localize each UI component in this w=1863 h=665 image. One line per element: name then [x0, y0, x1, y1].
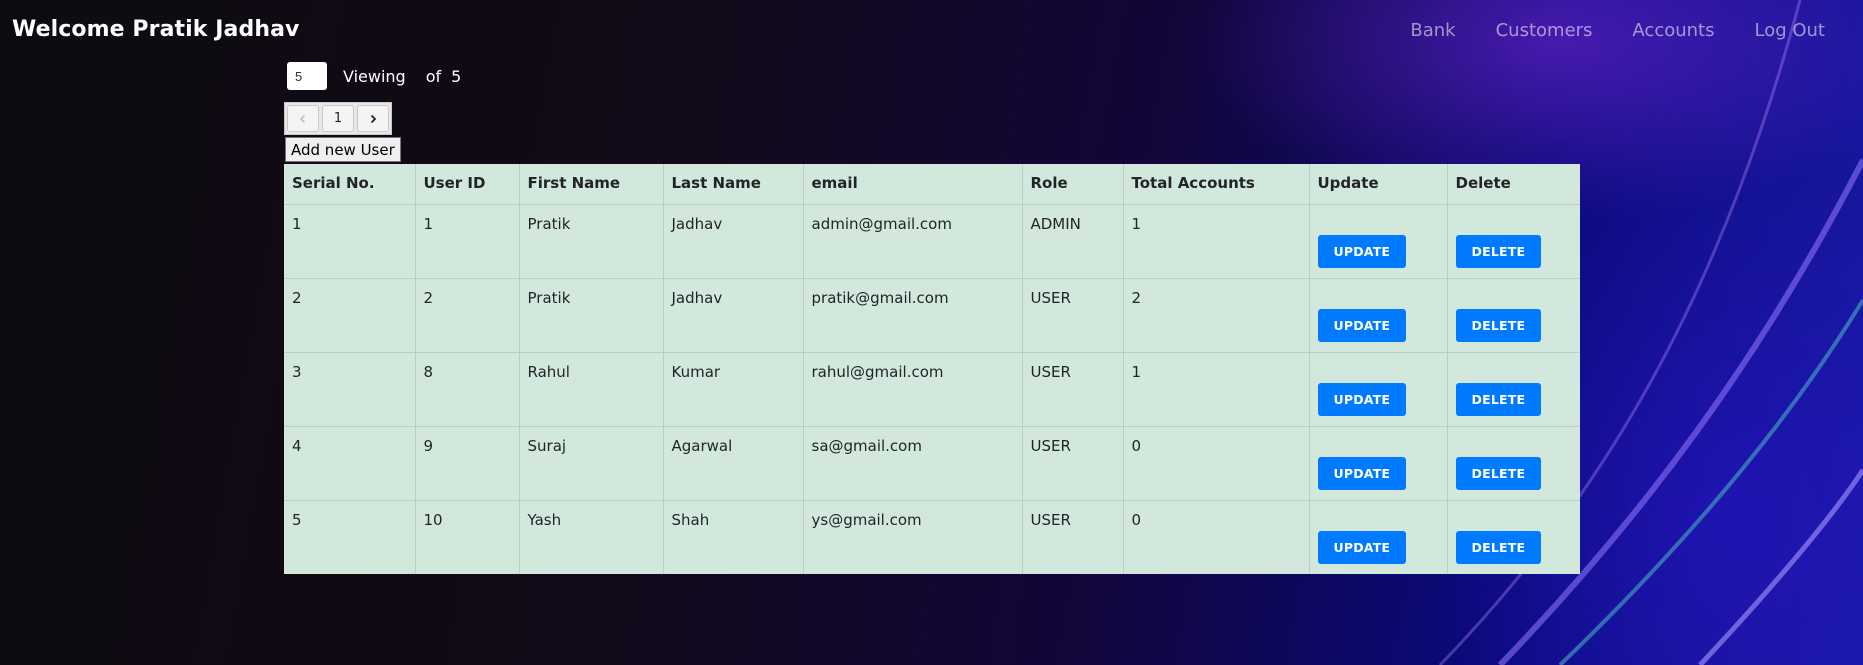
- update-button[interactable]: UPDATE: [1317, 309, 1407, 342]
- header-serial-no: Serial No.: [284, 164, 416, 205]
- cell-user-id: 8: [414, 352, 520, 427]
- chevron-left-icon: [299, 114, 306, 123]
- cell-total-accounts: 0: [1122, 500, 1310, 574]
- cell-email: admin@gmail.com: [802, 204, 1023, 279]
- table-row: 2 2 Pratik Jadhav pratik@gmail.com USER …: [284, 278, 1580, 353]
- page-size-controls: Viewing of 5: [287, 62, 461, 90]
- table-row: 4 9 Suraj Agarwal sa@gmail.com USER 0 UP…: [284, 426, 1580, 501]
- cell-first-name: Rahul: [518, 352, 664, 427]
- cell-first-name: Pratik: [518, 278, 664, 353]
- table-row: 1 1 Pratik Jadhav admin@gmail.com ADMIN …: [284, 204, 1580, 279]
- nav-link-customers[interactable]: Customers: [1496, 20, 1593, 41]
- cell-serial: 3: [284, 352, 416, 427]
- cell-delete: DELETE: [1446, 426, 1580, 501]
- nav-link-logout[interactable]: Log Out: [1754, 20, 1825, 41]
- cell-email: rahul@gmail.com: [802, 352, 1023, 427]
- cell-delete: DELETE: [1446, 204, 1580, 279]
- page-number-button[interactable]: 1: [322, 105, 354, 132]
- cell-total-accounts: 1: [1122, 352, 1310, 427]
- header-total-accounts: Total Accounts: [1122, 164, 1310, 205]
- cell-update: UPDATE: [1308, 500, 1448, 574]
- cell-first-name: Suraj: [518, 426, 664, 501]
- table-row: 3 8 Rahul Kumar rahul@gmail.com USER 1 U…: [284, 352, 1580, 427]
- header-user-id: User ID: [414, 164, 520, 205]
- page-size-input[interactable]: [287, 62, 327, 90]
- total-count: 5: [451, 66, 462, 86]
- viewing-label: Viewing: [343, 66, 406, 86]
- nav-link-bank[interactable]: Bank: [1410, 20, 1455, 41]
- cell-last-name: Agarwal: [662, 426, 804, 501]
- cell-delete: DELETE: [1446, 500, 1580, 574]
- cell-user-id: 1: [414, 204, 520, 279]
- cell-last-name: Jadhav: [662, 278, 804, 353]
- cell-total-accounts: 2: [1122, 278, 1310, 353]
- cell-update: UPDATE: [1308, 352, 1448, 427]
- cell-user-id: 9: [414, 426, 520, 501]
- cell-first-name: Yash: [518, 500, 664, 574]
- cell-user-id: 10: [414, 500, 520, 574]
- cell-role: USER: [1021, 352, 1124, 427]
- cell-email: pratik@gmail.com: [802, 278, 1023, 353]
- delete-button[interactable]: DELETE: [1455, 457, 1542, 490]
- chevron-right-icon: [370, 114, 377, 123]
- delete-button[interactable]: DELETE: [1455, 531, 1542, 564]
- cell-role: USER: [1021, 426, 1124, 501]
- cell-role: USER: [1021, 278, 1124, 353]
- header-delete: Delete: [1446, 164, 1580, 205]
- cell-last-name: Shah: [662, 500, 804, 574]
- header-email: email: [802, 164, 1023, 205]
- delete-button[interactable]: DELETE: [1455, 235, 1542, 268]
- cell-update: UPDATE: [1308, 426, 1448, 501]
- cell-total-accounts: 1: [1122, 204, 1310, 279]
- header-first-name: First Name: [518, 164, 664, 205]
- next-page-button[interactable]: [357, 105, 389, 132]
- cell-role: ADMIN: [1021, 204, 1124, 279]
- cell-serial: 5: [284, 500, 416, 574]
- cell-delete: DELETE: [1446, 278, 1580, 353]
- welcome-brand: Welcome Pratik Jadhav: [12, 17, 300, 42]
- top-navbar: Welcome Pratik Jadhav Bank Customers Acc…: [0, 0, 1863, 66]
- nav-links: Bank Customers Accounts Log Out: [1410, 20, 1825, 41]
- update-button[interactable]: UPDATE: [1317, 235, 1407, 268]
- cell-serial: 4: [284, 426, 416, 501]
- header-update: Update: [1308, 164, 1448, 205]
- users-table: Serial No. User ID First Name Last Name …: [284, 164, 1580, 574]
- cell-last-name: Jadhav: [662, 204, 804, 279]
- prev-page-button[interactable]: [287, 105, 319, 132]
- update-button[interactable]: UPDATE: [1317, 383, 1407, 416]
- add-new-user-button[interactable]: Add new User: [285, 137, 401, 162]
- table-row: 5 10 Yash Shah ys@gmail.com USER 0 UPDAT…: [284, 500, 1580, 574]
- header-last-name: Last Name: [662, 164, 804, 205]
- cell-user-id: 2: [414, 278, 520, 353]
- cell-first-name: Pratik: [518, 204, 664, 279]
- cell-total-accounts: 0: [1122, 426, 1310, 501]
- update-button[interactable]: UPDATE: [1317, 457, 1407, 490]
- update-button[interactable]: UPDATE: [1317, 531, 1407, 564]
- cell-serial: 1: [284, 204, 416, 279]
- cell-serial: 2: [284, 278, 416, 353]
- cell-delete: DELETE: [1446, 352, 1580, 427]
- cell-role: USER: [1021, 500, 1124, 574]
- of-label: of: [425, 66, 442, 86]
- table-header-row: Serial No. User ID First Name Last Name …: [284, 164, 1580, 205]
- cell-email: sa@gmail.com: [802, 426, 1023, 501]
- delete-button[interactable]: DELETE: [1455, 309, 1542, 342]
- pagination: 1: [284, 102, 392, 135]
- delete-button[interactable]: DELETE: [1455, 383, 1542, 416]
- nav-link-accounts[interactable]: Accounts: [1632, 20, 1714, 41]
- cell-update: UPDATE: [1308, 278, 1448, 353]
- cell-last-name: Kumar: [662, 352, 804, 427]
- cell-update: UPDATE: [1308, 204, 1448, 279]
- header-role: Role: [1021, 164, 1124, 205]
- cell-email: ys@gmail.com: [802, 500, 1023, 574]
